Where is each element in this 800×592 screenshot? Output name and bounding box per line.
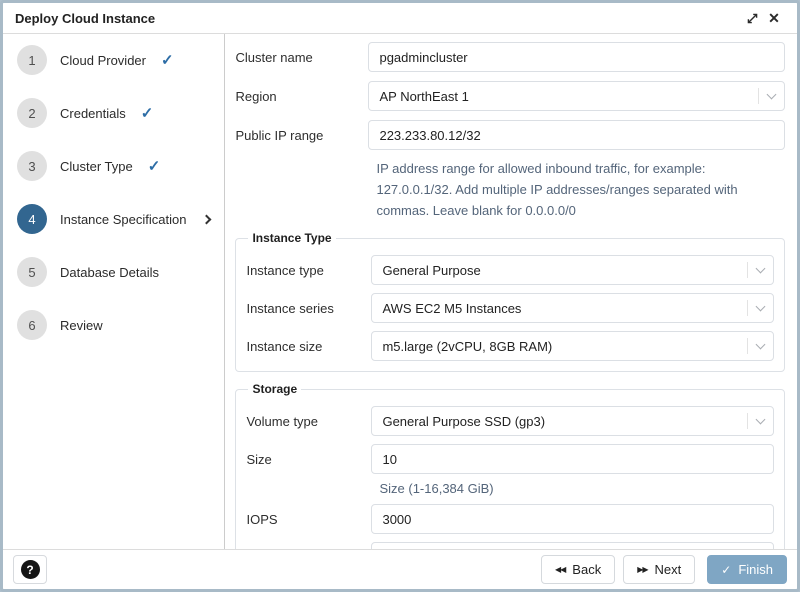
step-number: 6 bbox=[17, 310, 47, 340]
instance-size-label: Instance size bbox=[246, 339, 371, 354]
close-icon[interactable]: ✕ bbox=[763, 7, 785, 29]
step-credentials[interactable]: 2 Credentials ✓ bbox=[3, 98, 224, 128]
size-input[interactable] bbox=[371, 444, 774, 474]
public-ip-help-text: IP address range for allowed inbound tra… bbox=[376, 158, 785, 221]
disk-throughput-row: Disk throughput bbox=[246, 542, 774, 549]
finish-button[interactable]: ✓ Finish bbox=[707, 555, 787, 584]
step-instance-specification[interactable]: 4 Instance Specification bbox=[3, 204, 224, 234]
double-left-arrow-icon: ◀◀ bbox=[555, 566, 565, 574]
finish-button-label: Finish bbox=[738, 562, 773, 577]
iops-input[interactable] bbox=[371, 504, 774, 534]
instance-series-select-value: AWS EC2 M5 Instances bbox=[382, 301, 741, 316]
check-icon: ✓ bbox=[148, 157, 161, 175]
step-review[interactable]: 6 Review bbox=[3, 310, 224, 340]
chevron-right-icon bbox=[202, 214, 212, 224]
step-number: 5 bbox=[17, 257, 47, 287]
check-icon: ✓ bbox=[161, 51, 174, 69]
deploy-cloud-instance-dialog: Deploy Cloud Instance ✕ 1 Cloud Provider… bbox=[0, 0, 800, 592]
step-label: Cloud Provider bbox=[60, 53, 146, 68]
select-separator bbox=[747, 413, 748, 429]
step-label: Database Details bbox=[60, 265, 159, 280]
step-database-details[interactable]: 5 Database Details bbox=[3, 257, 224, 287]
instance-specification-form: Cluster name Region AP NorthEast 1 Publi… bbox=[225, 34, 797, 549]
step-label: Review bbox=[60, 318, 103, 333]
iops-label: IOPS bbox=[246, 512, 371, 527]
cluster-name-row: Cluster name bbox=[235, 42, 785, 72]
step-number: 2 bbox=[17, 98, 47, 128]
cluster-name-label: Cluster name bbox=[235, 50, 368, 65]
instance-type-row: Instance type General Purpose bbox=[246, 255, 774, 285]
step-number: 3 bbox=[17, 151, 47, 181]
check-icon: ✓ bbox=[141, 104, 154, 122]
region-select[interactable]: AP NorthEast 1 bbox=[368, 81, 785, 111]
step-label: Credentials bbox=[60, 106, 126, 121]
instance-type-label: Instance type bbox=[246, 263, 371, 278]
instance-size-row: Instance size m5.large (2vCPU, 8GB RAM) bbox=[246, 331, 774, 361]
step-label: Cluster Type bbox=[60, 159, 133, 174]
select-separator bbox=[758, 88, 759, 104]
step-cloud-provider[interactable]: 1 Cloud Provider ✓ bbox=[3, 45, 224, 75]
step-label: Instance Specification bbox=[60, 212, 186, 227]
region-label: Region bbox=[235, 89, 368, 104]
help-button[interactable]: ? bbox=[13, 555, 47, 584]
instance-size-select-value: m5.large (2vCPU, 8GB RAM) bbox=[382, 339, 741, 354]
next-button[interactable]: ▶▶ Next bbox=[623, 555, 695, 584]
disk-throughput-input[interactable] bbox=[371, 542, 774, 549]
instance-size-select[interactable]: m5.large (2vCPU, 8GB RAM) bbox=[371, 331, 774, 361]
double-right-arrow-icon: ▶▶ bbox=[637, 566, 647, 574]
instance-series-row: Instance series AWS EC2 M5 Instances bbox=[246, 293, 774, 323]
size-help-text: Size (1-16,384 GiB) bbox=[379, 481, 774, 496]
size-label: Size bbox=[246, 452, 371, 467]
select-separator bbox=[747, 300, 748, 316]
public-ip-input[interactable] bbox=[368, 120, 785, 150]
instance-type-select-value: General Purpose bbox=[382, 263, 741, 278]
back-button-label: Back bbox=[572, 562, 601, 577]
volume-type-label: Volume type bbox=[246, 414, 371, 429]
next-button-label: Next bbox=[655, 562, 682, 577]
public-ip-label: Public IP range bbox=[235, 128, 368, 143]
iops-row: IOPS bbox=[246, 504, 774, 534]
back-button[interactable]: ◀◀ Back bbox=[541, 555, 615, 584]
step-number: 1 bbox=[17, 45, 47, 75]
volume-type-select[interactable]: General Purpose SSD (gp3) bbox=[371, 406, 774, 436]
chevron-down-icon bbox=[756, 414, 766, 424]
volume-type-row: Volume type General Purpose SSD (gp3) bbox=[246, 406, 774, 436]
titlebar: Deploy Cloud Instance ✕ bbox=[3, 3, 797, 34]
check-icon: ✓ bbox=[721, 564, 731, 576]
step-cluster-type[interactable]: 3 Cluster Type ✓ bbox=[3, 151, 224, 181]
select-separator bbox=[747, 338, 748, 354]
chevron-down-icon bbox=[767, 89, 777, 99]
region-row: Region AP NorthEast 1 bbox=[235, 81, 785, 111]
dialog-title: Deploy Cloud Instance bbox=[15, 11, 155, 26]
size-row: Size bbox=[246, 444, 774, 474]
chevron-down-icon bbox=[756, 263, 766, 273]
storage-group: Storage Volume type General Purpose SSD … bbox=[235, 382, 785, 549]
instance-type-group-legend: Instance Type bbox=[248, 231, 335, 245]
public-ip-row: Public IP range bbox=[235, 120, 785, 150]
select-separator bbox=[747, 262, 748, 278]
dialog-footer: ? ◀◀ Back ▶▶ Next ✓ Finish bbox=[3, 549, 797, 589]
instance-series-label: Instance series bbox=[246, 301, 371, 316]
instance-type-select[interactable]: General Purpose bbox=[371, 255, 774, 285]
help-icon: ? bbox=[21, 560, 40, 579]
instance-series-select[interactable]: AWS EC2 M5 Instances bbox=[371, 293, 774, 323]
storage-group-legend: Storage bbox=[248, 382, 301, 396]
instance-type-group: Instance Type Instance type General Purp… bbox=[235, 231, 785, 372]
wizard-steps-panel: 1 Cloud Provider ✓ 2 Credentials ✓ 3 Clu… bbox=[3, 34, 225, 549]
step-number: 4 bbox=[17, 204, 47, 234]
chevron-down-icon bbox=[756, 339, 766, 349]
dialog-body: 1 Cloud Provider ✓ 2 Credentials ✓ 3 Clu… bbox=[3, 34, 797, 549]
volume-type-select-value: General Purpose SSD (gp3) bbox=[382, 414, 741, 429]
chevron-down-icon bbox=[756, 301, 766, 311]
maximize-icon[interactable] bbox=[741, 7, 763, 29]
region-select-value: AP NorthEast 1 bbox=[379, 89, 752, 104]
cluster-name-input[interactable] bbox=[368, 42, 785, 72]
